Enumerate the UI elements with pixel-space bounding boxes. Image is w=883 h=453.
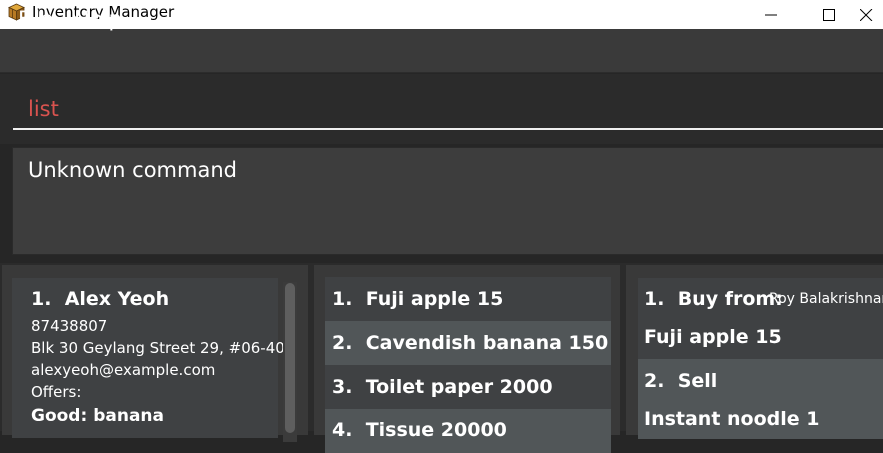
person-address: Blk 30 Geylang Street 29, #06-40 — [31, 339, 285, 357]
person-phone: 87438807 — [31, 317, 108, 335]
command-input[interactable] — [13, 80, 883, 130]
menu-bar — [0, 29, 883, 73]
item-label: 1. Fuji apple 15 — [332, 288, 504, 310]
order-party: Roy Balakrishnan — [769, 291, 883, 307]
order-header: 1. Buy from: — [644, 288, 783, 310]
person-offer-good: Good: banana — [31, 406, 164, 426]
maximize-button[interactable] — [806, 0, 852, 29]
close-button[interactable] — [860, 0, 883, 29]
order-header: 2. Sell — [644, 370, 718, 392]
menu-help[interactable]: Help — [74, 7, 122, 31]
item-label: 2. Cavendish banana 150 — [332, 332, 609, 354]
maximize-icon — [823, 8, 835, 21]
person-email: alexyeoh@example.com — [31, 361, 216, 379]
order-item: Fuji apple 15 — [644, 326, 782, 348]
minimize-icon — [765, 14, 777, 15]
scrollbar-thumb[interactable] — [285, 283, 295, 433]
result-message: Unknown command — [28, 158, 237, 182]
close-icon — [860, 8, 873, 21]
person-offers-label: Offers: — [31, 383, 82, 401]
item-label: 4. Tissue 20000 — [332, 419, 507, 441]
minimize-button[interactable] — [748, 0, 794, 29]
person-name: 1. Alex Yeoh — [31, 288, 170, 310]
menu-file[interactable]: File — [18, 7, 53, 31]
order-item: Instant noodle 1 — [644, 408, 820, 430]
item-label: 3. Toilet paper 2000 — [332, 376, 553, 398]
